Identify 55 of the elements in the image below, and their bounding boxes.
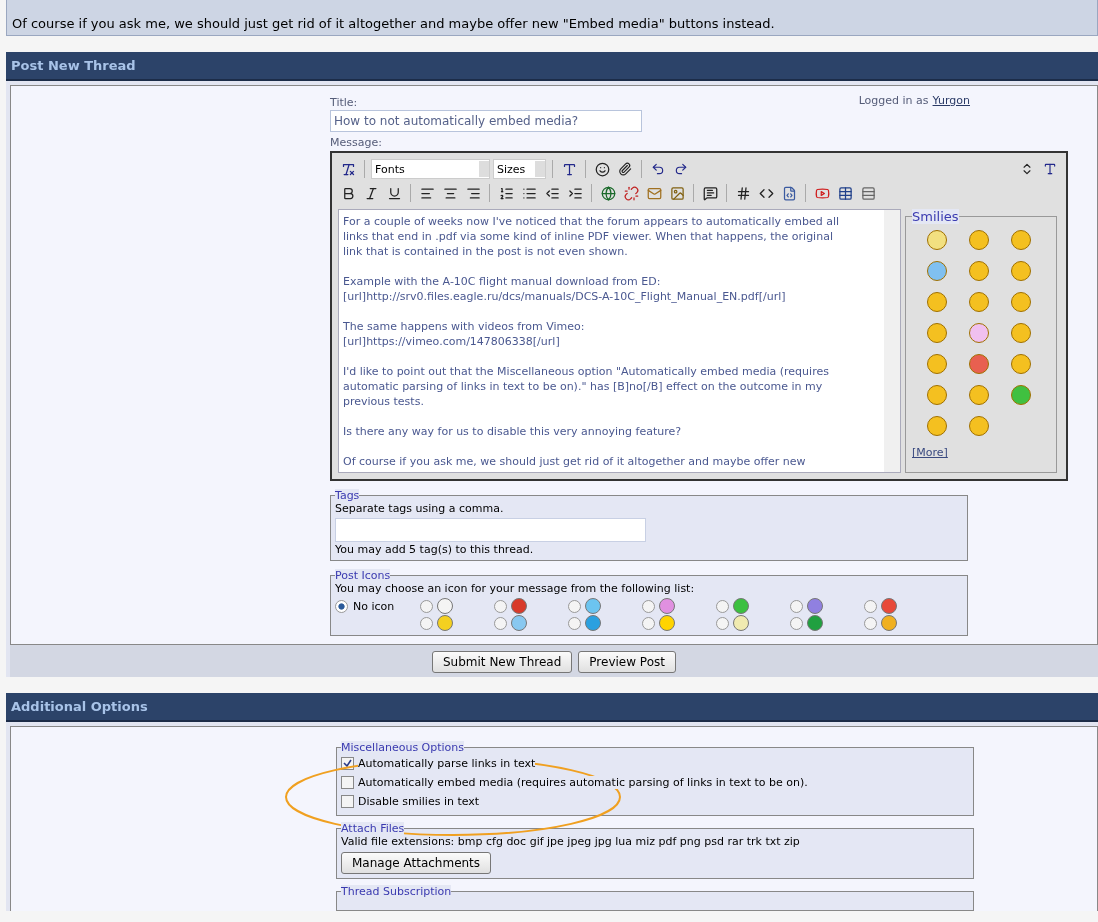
radio-button[interactable] (790, 599, 803, 613)
section-header: Post New Thread (6, 52, 1098, 81)
message-paragraph: The same happens with videos from Vimeo: [url]https://vimeo.com/147806338[/url] (343, 319, 586, 349)
more-link[interactable]: [More] (912, 446, 948, 459)
message-paragraph: Example with the A-10C flight manual download from ED: [url]http://srv0.files.eagle.ru/dcs/manuals/DCS-A-10C_Flight_Manual_EN.pdf[/url] (343, 274, 787, 304)
size-select[interactable]: Sizes (493, 159, 546, 179)
message-paragraph: Is there any way for us to disable this very annoying feature? (343, 424, 683, 439)
radio-button[interactable] (494, 616, 507, 630)
scrollbar[interactable] (884, 210, 900, 472)
form-button[interactable]: Submit New Thread (432, 651, 573, 673)
radio-button[interactable] (420, 599, 433, 613)
tags-field[interactable] (335, 518, 646, 542)
radio-button[interactable] (716, 599, 729, 613)
title-field[interactable]: How to not automatically embed media? (330, 110, 642, 132)
radio-button[interactable] (716, 616, 729, 630)
logged-in-text: Logged in as Yurgon (858, 94, 970, 107)
fieldset-legend: Post Icons (335, 569, 391, 582)
smilies-title: Smilies (912, 209, 959, 224)
form-button[interactable]: Preview Post (578, 651, 676, 673)
message-textarea[interactable] (338, 209, 901, 473)
message-paragraph: For a couple of weeks now I've noticed that the forum appears to automatically embed all links that end in .pdf via some kind of inline PDF viewer. When that happens, the original link that is contained in the post is not even shown. (343, 214, 841, 259)
hint-text: You may choose an icon for your message from the following list: (335, 582, 696, 595)
post-text: Of course if you ask me, we should just get rid of it altogether and maybe offer new "Embed media" buttons instead. (6, 0, 1098, 36)
radio-button[interactable] (335, 599, 348, 613)
radio-button[interactable] (642, 599, 655, 613)
field-label: Title: (330, 96, 359, 109)
fieldset-legend: Miscellaneous Options (341, 741, 465, 754)
extensions-text: Valid file extensions: bmp cfg doc gif jpe jpeg jpg lua miz pdf png psd rar trk txt zip (341, 835, 801, 848)
field-label: Message: (330, 136, 383, 149)
option-label: Disable smilies in text (358, 795, 480, 808)
checkbox[interactable] (341, 776, 354, 789)
fieldset-legend: Thread Subscription (341, 885, 452, 898)
radio-button[interactable] (494, 599, 507, 613)
no-icon-option[interactable]: No icon (335, 598, 420, 614)
unlink-icon[interactable] (621, 183, 641, 203)
option-label: Automatically embed media (requires automatic parsing of links in text to be on). (358, 776, 808, 789)
username-link[interactable]: Yurgon (932, 94, 970, 107)
radio-button[interactable] (568, 599, 581, 613)
fieldset-legend: Tags (335, 489, 360, 502)
hint-text: Separate tags using a comma. (335, 502, 505, 515)
message-paragraph: I'd like to point out that the Miscellaneous option "Automatically embed media (requires automatic parsing of links in text to be on)." has [B]no[/B] effect on the outcome in my previous tests. (343, 364, 830, 409)
checkbox[interactable] (341, 795, 354, 808)
section-header: Additional Options (6, 693, 1098, 722)
message-paragraph: Of course if you ask me, we should just get rid of it altogether and maybe offer new (343, 454, 807, 469)
radio-button[interactable] (790, 616, 803, 630)
radio-button[interactable] (568, 616, 581, 630)
manage-attachments-button[interactable]: Manage Attachments (341, 852, 492, 874)
font-select[interactable]: Fonts (371, 159, 490, 179)
radio-button[interactable] (642, 616, 655, 630)
note-text: You may add 5 tag(s) to this thread. (335, 543, 535, 556)
radio-button[interactable] (864, 599, 877, 613)
radio-button[interactable] (864, 616, 877, 630)
fieldset-legend: Attach Files (341, 822, 405, 835)
radio-button[interactable] (420, 616, 433, 630)
option-label: Automatically parse links in text (358, 757, 536, 770)
